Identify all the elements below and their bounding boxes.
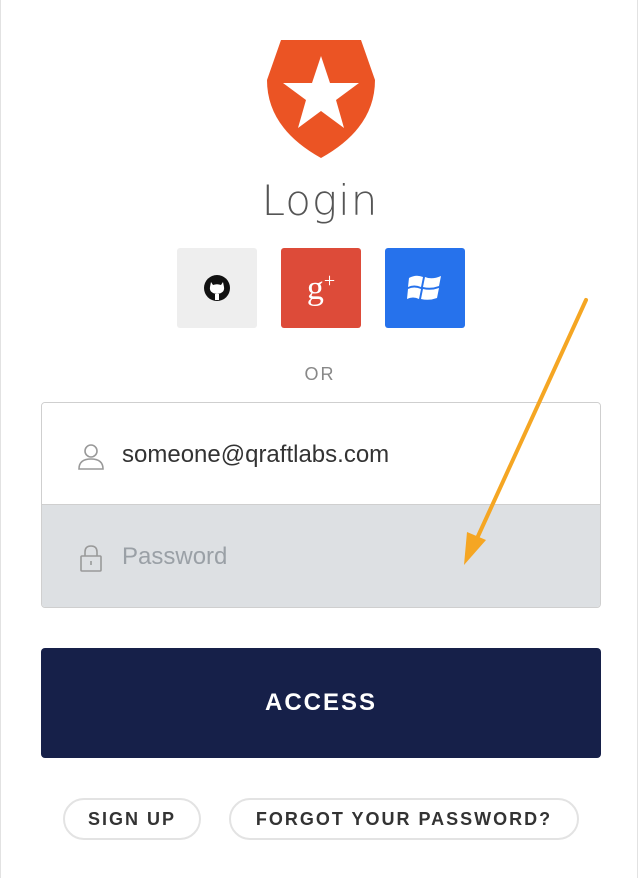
github-icon xyxy=(204,275,230,301)
password-input[interactable] xyxy=(122,535,562,579)
credentials-form xyxy=(41,402,601,608)
email-field-row xyxy=(42,403,600,505)
sign-up-button[interactable]: SIGN UP xyxy=(63,798,201,840)
forgot-password-button[interactable]: FORGOT YOUR PASSWORD? xyxy=(229,798,579,840)
email-input[interactable] xyxy=(122,433,562,477)
github-login-button[interactable] xyxy=(177,248,257,328)
brand-logo xyxy=(267,40,375,158)
page-title: Login xyxy=(261,176,379,225)
windows-icon xyxy=(407,275,441,300)
access-button[interactable]: ACCESS xyxy=(41,648,601,758)
google-plus-icon: g+ xyxy=(306,269,336,307)
windows-login-button[interactable] xyxy=(385,248,465,328)
password-field-row xyxy=(42,505,600,607)
lock-icon xyxy=(80,545,102,572)
or-divider: OR xyxy=(304,364,336,384)
login-panel: Login g+ OR someone@qraftlabs.com ACCESS… xyxy=(0,0,638,878)
user-icon xyxy=(78,444,104,470)
google-plus-login-button[interactable]: g+ xyxy=(281,248,361,328)
